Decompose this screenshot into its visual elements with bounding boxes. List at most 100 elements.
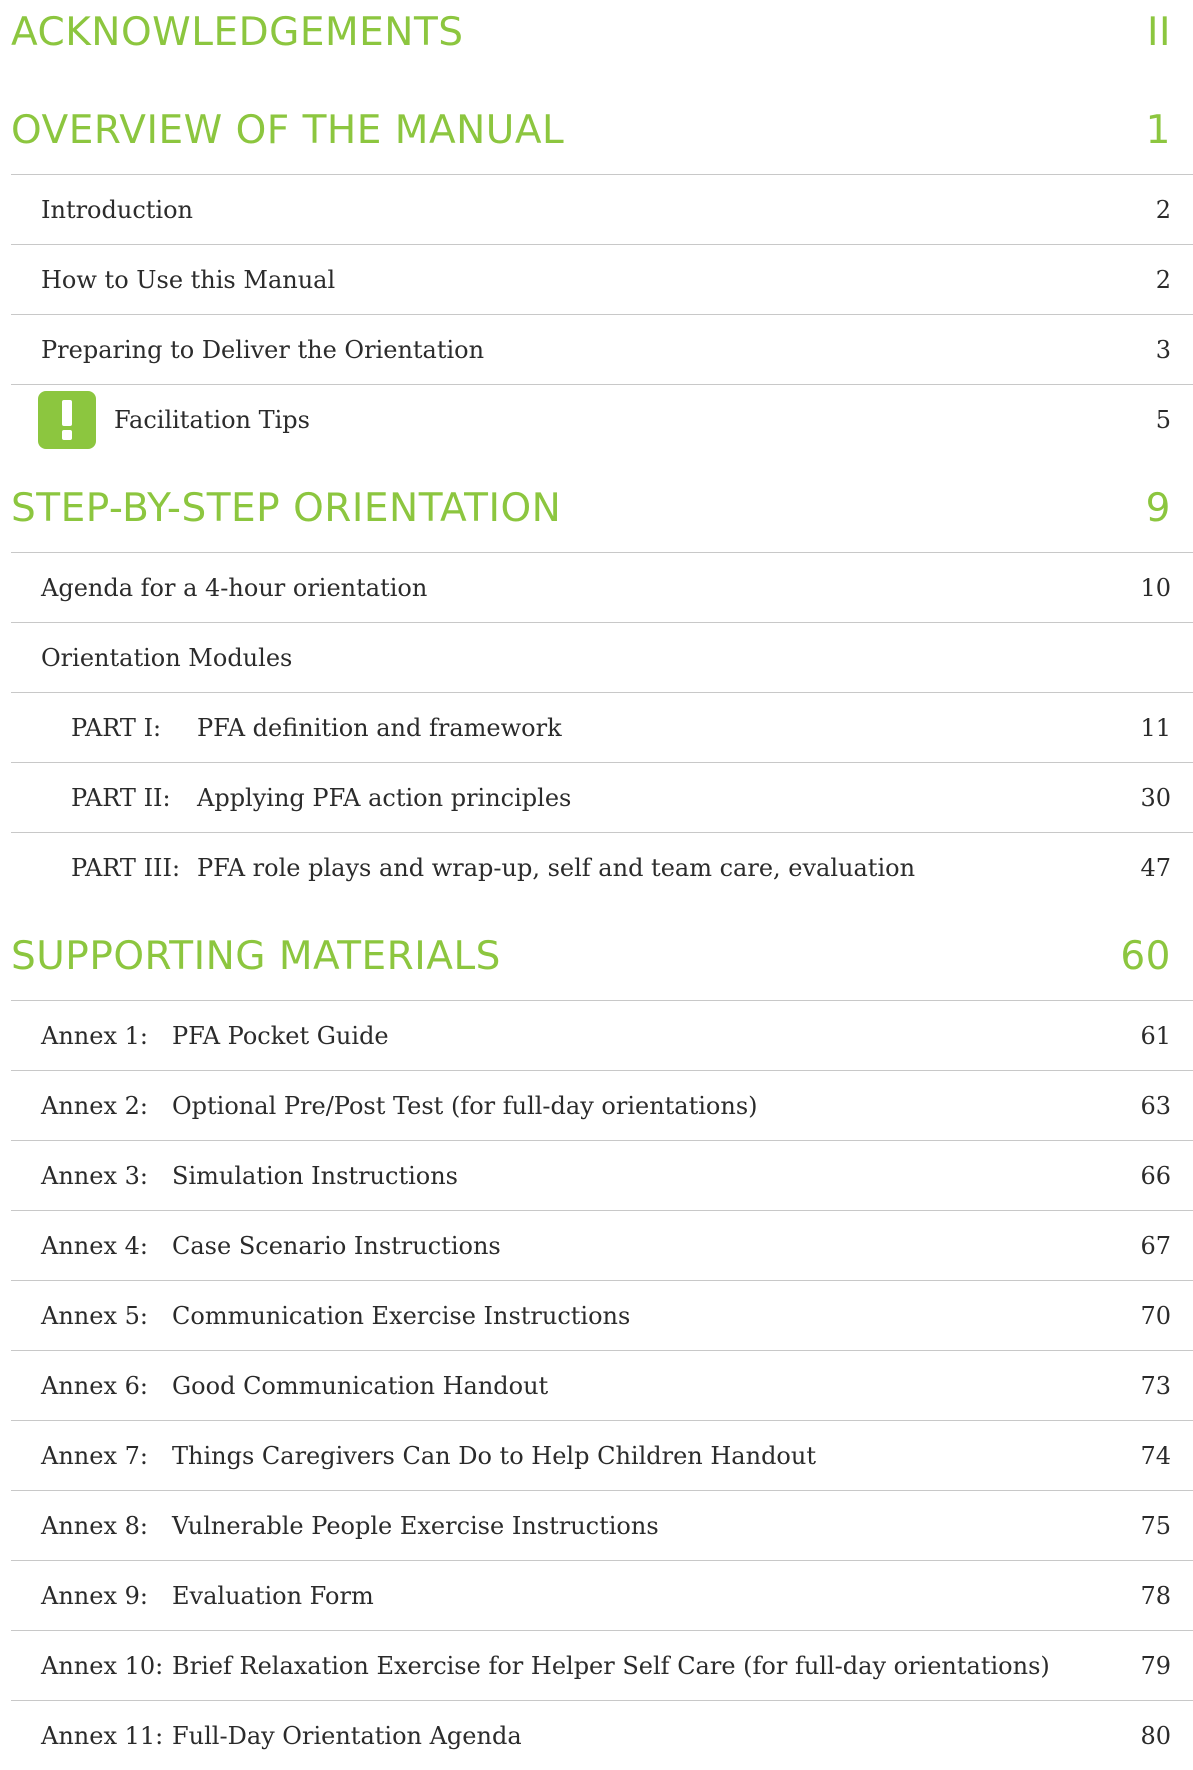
entry-page: 73 [1140, 1371, 1171, 1400]
toc-entry-agenda[interactable]: Agenda for a 4-hour orientation 10 [11, 552, 1193, 622]
entry-page: 47 [1140, 853, 1171, 882]
section-heading-supporting-materials[interactable]: SUPPORTING MATERIALS 60 [11, 918, 1193, 994]
toc-entry-annex-8[interactable]: Annex 8: Vulnerable People Exercise Instr… [11, 1490, 1193, 1560]
annex-label: Annex 5: [41, 1301, 148, 1330]
entry-title-wrap: Facilitation Tips [11, 390, 1156, 449]
entry-title-wrap: Annex 3: Simulation Instructions [11, 1162, 1140, 1190]
toc-entry-annex-7[interactable]: Annex 7: Things Caregivers Can Do to Help… [11, 1420, 1193, 1490]
section-heading-overview[interactable]: OVERVIEW OF THE MANUAL 1 [11, 92, 1193, 168]
section-title: SUPPORTING MATERIALS [11, 933, 501, 979]
entry-title-wrap: Annex 9: Evaluation Form [11, 1582, 1140, 1610]
entry-title-wrap: Annex 11: Full-Day Orientation Agenda [11, 1722, 1140, 1750]
toc-entry-annex-1[interactable]: Annex 1: PFA Pocket Guide 61 [11, 1000, 1193, 1070]
toc-entry-preparing[interactable]: Preparing to Deliver the Orientation 3 [11, 314, 1193, 384]
entry-title-wrap: Annex 6: Good Communication Handout [11, 1372, 1140, 1400]
entry-title-wrap: Annex 2: Optional Pre/Post Test (for full… [11, 1092, 1140, 1120]
entry-title: Applying PFA action principles [197, 783, 572, 812]
annex-label: Annex 11: [41, 1721, 164, 1750]
entry-title: Orientation Modules [41, 643, 293, 672]
entry-page: 75 [1140, 1511, 1171, 1540]
entry-title: Brief Relaxation Exercise for Helper Sel… [172, 1651, 1050, 1680]
entry-page: 5 [1155, 405, 1171, 434]
entry-page: 74 [1140, 1441, 1171, 1470]
entry-title: Facilitation Tips [114, 405, 310, 434]
entry-title: PFA Pocket Guide [172, 1021, 389, 1050]
part-label: PART I: [71, 713, 162, 742]
toc-entry-introduction[interactable]: Introduction 2 [11, 174, 1193, 244]
entry-title: Case Scenario Instructions [172, 1231, 501, 1260]
annex-label: Annex 10: [41, 1651, 164, 1680]
entry-title: Simulation Instructions [172, 1161, 458, 1190]
toc-entry-annex-6[interactable]: Annex 6: Good Communication Handout 73 [11, 1350, 1193, 1420]
toc-entry-part-3[interactable]: PART III: PFA role plays and wrap-up, se… [11, 832, 1193, 902]
annex-label: Annex 1: [41, 1021, 148, 1050]
section-page: 1 [1145, 107, 1171, 153]
entry-title: Preparing to Deliver the Orientation [41, 335, 485, 364]
toc-entry-facilitation-tips[interactable]: Facilitation Tips 5 [11, 384, 1193, 454]
entry-page: 66 [1140, 1161, 1171, 1190]
section-page: 60 [1120, 933, 1171, 979]
section-page: II [1146, 9, 1171, 55]
annex-label: Annex 9: [41, 1581, 148, 1610]
exclamation-icon [38, 390, 96, 449]
annex-label: Annex 8: [41, 1511, 148, 1540]
entry-title: PFA role plays and wrap-up, self and tea… [197, 853, 916, 882]
entry-title: Evaluation Form [172, 1581, 374, 1610]
entry-page: 79 [1140, 1651, 1171, 1680]
section-title: STEP-BY-STEP ORIENTATION [11, 485, 562, 531]
entry-title: How to Use this Manual [41, 265, 336, 294]
entry-title-wrap: Annex 4: Case Scenario Instructions [11, 1232, 1140, 1260]
entry-title-wrap: PART III: PFA role plays and wrap-up, se… [11, 854, 1140, 882]
entry-title: Full-Day Orientation Agenda [172, 1721, 522, 1750]
section-page: 9 [1145, 485, 1171, 531]
entry-title: Introduction [41, 195, 193, 224]
section-heading-acknowledgements[interactable]: ACKNOWLEDGEMENTS II [11, 0, 1193, 70]
toc-entry-orientation-modules[interactable]: Orientation Modules [11, 622, 1193, 692]
entry-page: 11 [1140, 713, 1171, 742]
toc-entry-annex-11[interactable]: Annex 11: Full-Day Orientation Agenda 80 [11, 1700, 1193, 1770]
entry-title-wrap: PART I: PFA definition and framework [11, 714, 1140, 742]
section-title: ACKNOWLEDGEMENTS [11, 9, 464, 55]
entry-title-wrap: Annex 10: Brief Relaxation Exercise for H… [11, 1652, 1140, 1680]
annex-label: Annex 7: [41, 1441, 148, 1470]
entry-title: PFA definition and framework [197, 713, 562, 742]
part-label: PART III: [71, 853, 181, 882]
entry-title: Vulnerable People Exercise Instructions [172, 1511, 659, 1540]
entry-title: Communication Exercise Instructions [172, 1301, 631, 1330]
toc-entry-annex-5[interactable]: Annex 5: Communication Exercise Instructi… [11, 1280, 1193, 1350]
annex-label: Annex 3: [41, 1161, 148, 1190]
entry-title-wrap: Annex 8: Vulnerable People Exercise Instr… [11, 1512, 1140, 1540]
annex-label: Annex 4: [41, 1231, 148, 1260]
entry-title-wrap: Annex 5: Communication Exercise Instructi… [11, 1302, 1140, 1330]
entry-page: 67 [1140, 1231, 1171, 1260]
annex-label: Annex 6: [41, 1371, 148, 1400]
entry-page: 61 [1140, 1021, 1171, 1050]
toc-entry-how-to-use[interactable]: How to Use this Manual 2 [11, 244, 1193, 314]
toc-entry-part-2[interactable]: PART II: Applying PFA action principles … [11, 762, 1193, 832]
entry-title-wrap: Annex 7: Things Caregivers Can Do to Help… [11, 1442, 1140, 1470]
entry-page: 78 [1140, 1581, 1171, 1610]
annex-label: Annex 2: [41, 1091, 148, 1120]
entry-page: 70 [1140, 1301, 1171, 1330]
entry-title: Agenda for a 4-hour orientation [41, 573, 428, 602]
part-label: PART II: [71, 783, 171, 812]
section-title: OVERVIEW OF THE MANUAL [11, 107, 565, 153]
entry-page: 30 [1140, 783, 1171, 812]
entry-title: Optional Pre/Post Test (for full-day ori… [172, 1091, 758, 1120]
entry-title-wrap: PART II: Applying PFA action principles [11, 784, 1140, 812]
entry-page: 2 [1155, 265, 1171, 294]
entry-page: 3 [1155, 335, 1171, 364]
toc-entry-annex-2[interactable]: Annex 2: Optional Pre/Post Test (for full… [11, 1070, 1193, 1140]
entry-page: 2 [1155, 195, 1171, 224]
toc-entry-annex-4[interactable]: Annex 4: Case Scenario Instructions 67 [11, 1210, 1193, 1280]
toc-entry-part-1[interactable]: PART I: PFA definition and framework 11 [11, 692, 1193, 762]
section-heading-step-by-step[interactable]: STEP-BY-STEP ORIENTATION 9 [11, 470, 1193, 546]
entry-page: 80 [1140, 1721, 1171, 1750]
entry-page: 63 [1140, 1091, 1171, 1120]
entry-page: 10 [1140, 573, 1171, 602]
toc-entry-annex-3[interactable]: Annex 3: Simulation Instructions 66 [11, 1140, 1193, 1210]
toc-entry-annex-9[interactable]: Annex 9: Evaluation Form 78 [11, 1560, 1193, 1630]
toc-entry-annex-10[interactable]: Annex 10: Brief Relaxation Exercise for H… [11, 1630, 1193, 1700]
entry-title: Things Caregivers Can Do to Help Childre… [172, 1441, 816, 1470]
entry-title: Good Communication Handout [172, 1371, 549, 1400]
